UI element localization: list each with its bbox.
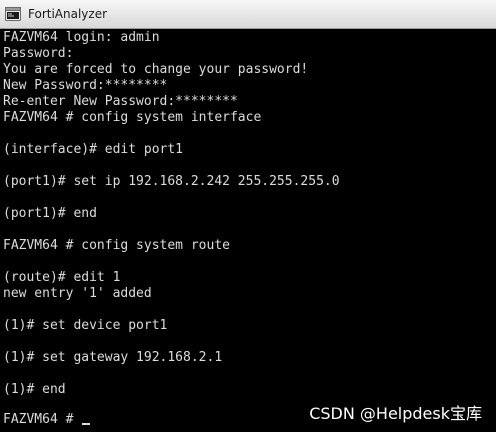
- terminal-line: (port1)# set ip 192.168.2.242 255.255.25…: [3, 174, 340, 189]
- terminal-line: New Password:********: [3, 78, 168, 93]
- terminal-console[interactable]: FAZVM64 login: admin Password: You are f…: [0, 29, 496, 432]
- terminal-line: (1)# set device port1: [3, 318, 168, 333]
- terminal-prompt-line[interactable]: FAZVM64 #: [3, 412, 91, 428]
- fortianalyzer-app-icon: [5, 7, 21, 21]
- terminal-line: (interface)# edit port1: [3, 142, 184, 157]
- terminal-line: (1)# end: [3, 382, 66, 397]
- terminal-line: FAZVM64 login: admin: [3, 30, 160, 45]
- fortianalyzer-console-window: FortiAnalyzer FAZVM64 login: admin Passw…: [0, 0, 496, 432]
- terminal-line: FAZVM64 # config system interface: [3, 110, 262, 125]
- terminal-line: FAZVM64 # config system route: [3, 238, 230, 253]
- terminal-line: new entry '1' added: [3, 286, 152, 301]
- terminal-line: (1)# set gateway 192.168.2.1: [3, 350, 223, 365]
- terminal-line: (port1)# end: [3, 206, 97, 221]
- terminal-prompt: FAZVM64 #: [3, 412, 82, 427]
- title-bar[interactable]: FortiAnalyzer: [0, 0, 496, 29]
- terminal-line: You are forced to change your password!: [3, 62, 309, 77]
- window-title: FortiAnalyzer: [28, 7, 108, 21]
- terminal-line: (route)# edit 1: [3, 270, 121, 285]
- watermark: CSDN @Helpdesk宝库: [309, 404, 482, 423]
- terminal-line: Password:: [3, 46, 74, 61]
- terminal-line: Re-enter New Password:********: [3, 94, 238, 109]
- text-cursor: [82, 423, 91, 425]
